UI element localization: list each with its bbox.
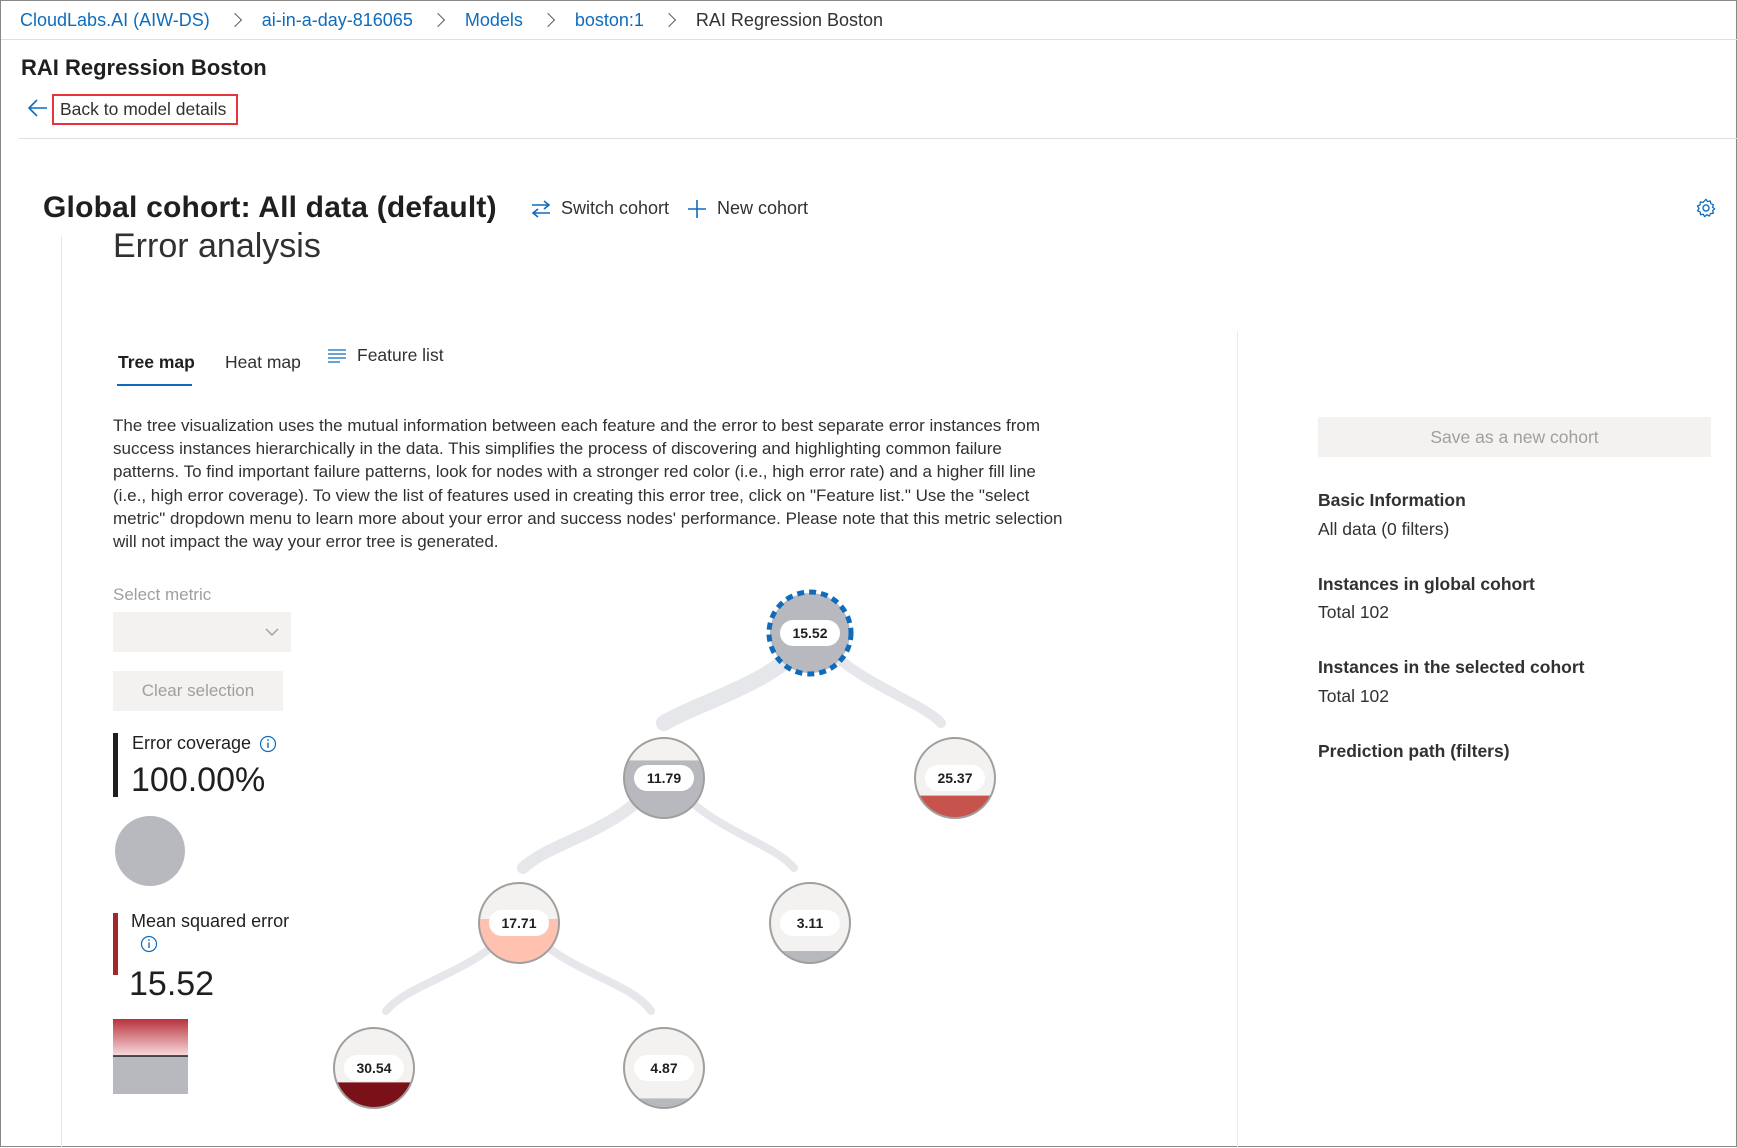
tree-node[interactable]: 25.37 [914, 737, 996, 819]
breadcrumb-models[interactable]: Models [465, 10, 523, 31]
mse-accent-bar [113, 913, 118, 975]
node-label: 4.87 [650, 1060, 677, 1076]
plus-icon [688, 199, 706, 218]
new-cohort-label: New cohort [717, 198, 809, 218]
error-coverage-label: Error coverage [132, 733, 252, 753]
new-cohort-button[interactable]: New cohort [687, 198, 808, 219]
error-coverage-metric: Error coverage [132, 733, 277, 754]
section-title: Error analysis [113, 227, 321, 265]
basic-info-value: All data (0 filters) [1318, 519, 1450, 539]
prediction-path-heading: Prediction path (filters) [1318, 741, 1510, 761]
switch-cohort-button[interactable]: Switch cohort [531, 198, 669, 219]
tree-description: The tree visualization uses the mutual i… [113, 416, 1063, 552]
mse-value: 15.52 [129, 965, 215, 1003]
panel-divider [1237, 331, 1238, 1148]
node-label: 15.52 [792, 625, 827, 641]
feature-list-label: Feature list [357, 345, 444, 365]
selected-cohort-heading: Instances in the selected cohort [1318, 657, 1585, 677]
node-label: 17.71 [501, 915, 536, 931]
info-icon[interactable] [259, 735, 277, 753]
tree-node[interactable]: 30.54 [333, 1027, 415, 1109]
breadcrumb-current: RAI Regression Boston [695, 9, 884, 30]
node-label: 3.11 [797, 915, 824, 931]
breadcrumb-resource[interactable]: ai-in-a-day-816065 [262, 10, 413, 31]
global-cohort-heading: Instances in global cohort [1318, 574, 1535, 594]
basic-info-heading: Basic Information [1318, 490, 1466, 510]
select-metric-label: Select metric [113, 585, 212, 604]
selected-cohort-value: Total 102 [1318, 686, 1390, 706]
tree-node[interactable]: 11.79 [623, 737, 705, 819]
chevron-down-icon [265, 628, 279, 636]
clear-selection-button[interactable]: Clear selection [113, 671, 283, 711]
tree-node[interactable]: 3.11 [769, 882, 851, 964]
list-icon [328, 348, 346, 363]
mse-label: Mean squared error [131, 911, 290, 931]
breadcrumb-model[interactable]: boston:1 [575, 10, 644, 31]
tree-node[interactable]: 4.87 [623, 1027, 705, 1109]
tab-selected-indicator [117, 384, 192, 386]
header-bottom-divider [19, 138, 1737, 139]
chevron-right-icon [540, 12, 555, 28]
chevron-right-icon [661, 12, 676, 28]
header-divider [1, 39, 1737, 40]
global-cohort-value: Total 102 [1318, 602, 1390, 622]
tab-heat-map[interactable]: Heat map [225, 352, 301, 373]
mse-legend-gradient [113, 1019, 188, 1094]
breadcrumb-workspace[interactable]: CloudLabs.AI (AIW-DS) [20, 10, 210, 31]
chevron-right-icon [227, 12, 242, 28]
switch-cohort-label: Switch cohort [561, 198, 670, 218]
content-left-border [61, 236, 62, 1148]
switch-icon [531, 199, 551, 218]
node-label: 25.37 [937, 770, 972, 786]
error-coverage-accent-bar [113, 733, 118, 797]
page-title: RAI Regression Boston [21, 55, 267, 80]
node-error-fill [624, 1098, 704, 1108]
save-as-new-cohort-button[interactable]: Save as a new cohort [1318, 417, 1711, 457]
node-label: 30.54 [356, 1060, 391, 1076]
node-label: 11.79 [647, 770, 681, 786]
back-arrow-icon[interactable] [27, 97, 49, 119]
error-coverage-legend-circle [115, 816, 185, 886]
tree-links [382, 628, 946, 1015]
tab-tree-map[interactable]: Tree map [118, 352, 195, 373]
error-tree: 15.52 11.79 25.37 17.71 3.11 30.54 4.87 [333, 589, 996, 1109]
breadcrumb: CloudLabs.AI (AIW-DS) ai-in-a-day-816065… [20, 9, 883, 31]
tree-node[interactable]: 17.71 [478, 882, 560, 964]
chevron-right-icon [430, 12, 445, 28]
gear-icon[interactable] [1695, 197, 1717, 219]
error-coverage-value: 100.00% [131, 761, 266, 799]
tree-nodes: 15.52 11.79 25.37 17.71 3.11 30.54 4.87 [333, 589, 996, 1109]
tab-feature-list[interactable]: Feature list [327, 345, 444, 366]
cohort-title: Global cohort: All data (default) [43, 191, 497, 224]
back-to-model-details-link[interactable]: Back to model details [52, 94, 238, 125]
info-icon[interactable] [140, 935, 158, 953]
